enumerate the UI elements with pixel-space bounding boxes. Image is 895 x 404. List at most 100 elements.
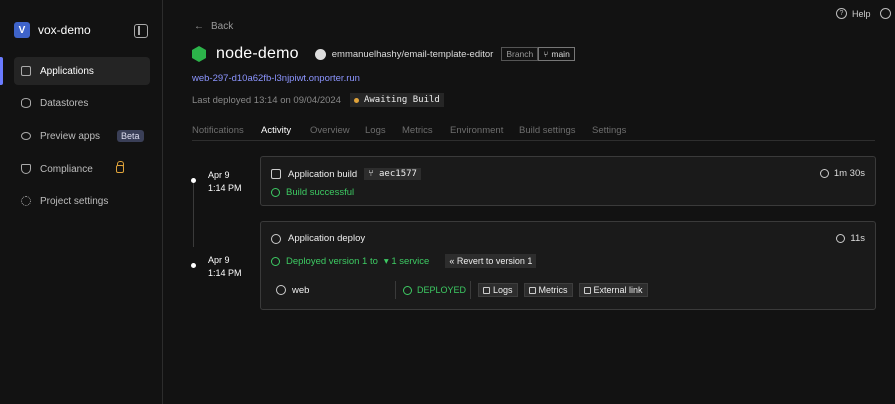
back-label: Back	[211, 21, 234, 32]
sidebar-item-label: Preview apps	[40, 130, 101, 142]
deploy-status-text: Deployed version 1 to	[286, 255, 378, 267]
revert-button[interactable]: « Revert to version 1	[445, 254, 537, 268]
timeline-dot	[191, 263, 196, 268]
duration-text: 11s	[850, 233, 865, 244]
service-name-text: web	[292, 284, 310, 296]
chevron-down-icon: ▾	[383, 255, 389, 267]
metrics-icon	[528, 286, 536, 294]
package-icon	[271, 169, 281, 179]
deploy-event-card[interactable]: Application deploy 11s Deployed version …	[260, 221, 876, 310]
service-actions: Logs Metrics External link	[471, 283, 648, 297]
metrics-label: Metrics	[538, 285, 568, 295]
tab-overview[interactable]: Overview	[310, 125, 350, 136]
tab-environment[interactable]: Environment	[450, 125, 503, 136]
sidebar-item-compliance[interactable]: Compliance	[14, 155, 150, 183]
branch-name-badge: ⑂ main	[538, 47, 575, 61]
duration-text: 1m 30s	[833, 168, 865, 179]
project-switcher[interactable]: V vox-demo	[14, 22, 91, 38]
stopwatch-icon	[836, 234, 846, 243]
build-status: Build successful	[271, 187, 354, 198]
deploy-status: Deployed version 1 to ▾ 1 service « Reve…	[271, 254, 537, 268]
event-timestamp: Apr 9 1:14 PM	[208, 254, 242, 280]
service-row: web DEPLOYED Logs Metrics External link	[271, 280, 865, 300]
last-deployed-text: Last deployed 13:14 on 09/04/2024	[192, 94, 341, 106]
logs-button[interactable]: Logs	[478, 283, 518, 297]
help-icon: ?	[836, 8, 847, 19]
event-duration: 1m 30s	[819, 168, 865, 179]
event-title: Application deploy	[288, 233, 366, 244]
sidebar-item-datastores[interactable]: Datastores	[14, 89, 150, 117]
event-title: Application build	[288, 168, 358, 180]
sidebar-item-preview-apps[interactable]: Preview apps Beta	[14, 122, 150, 150]
build-event-card[interactable]: Application build ⑂ aec1577 1m 30s Build…	[260, 156, 876, 206]
repo-link[interactable]: emmanuelhashy/email-template-editor	[314, 48, 494, 60]
branch-label: Branch	[501, 47, 539, 61]
services-count: 1 service	[391, 255, 430, 267]
tab-activity[interactable]: Activity	[261, 125, 291, 136]
gear-icon	[21, 196, 31, 206]
nodejs-icon	[192, 46, 206, 62]
event-date: Apr 9	[208, 170, 230, 180]
commit-sha: aec1577	[379, 169, 417, 179]
repo-name: emmanuelhashy/email-template-editor	[331, 48, 494, 60]
help-button[interactable]: ? Help	[836, 8, 871, 19]
card-title: Application deploy	[271, 233, 365, 244]
service-status: DEPLOYED	[396, 285, 470, 295]
sidebar-item-label: Datastores	[40, 97, 89, 109]
eye-icon	[21, 132, 31, 140]
status-dot-icon	[353, 97, 359, 103]
arrow-left-icon: ←	[194, 21, 204, 32]
event-time: 1:14 PM	[208, 183, 242, 193]
branch-name: main	[551, 49, 570, 59]
back-button[interactable]: ← Back	[194, 21, 233, 32]
tab-notifications[interactable]: Notifications	[192, 125, 244, 136]
shield-icon	[21, 164, 31, 174]
app-url-link[interactable]: web-297-d10a62fb-l3njpiwt.onporter.run	[192, 73, 360, 84]
logs-icon	[483, 286, 490, 294]
service-name: web	[271, 285, 395, 296]
git-branch-icon: ⑂	[543, 49, 549, 59]
event-date: Apr 9	[208, 255, 230, 265]
check-circle-icon	[271, 256, 280, 266]
status-text: Awaiting Build	[363, 95, 440, 105]
active-indicator	[0, 57, 3, 85]
sidebar-item-project-settings[interactable]: Project settings	[14, 187, 150, 215]
tab-metrics[interactable]: Metrics	[402, 125, 433, 136]
sidebar-item-applications[interactable]: Applications	[14, 57, 150, 85]
database-icon	[21, 98, 31, 108]
github-icon	[314, 48, 326, 60]
user-icon[interactable]	[880, 8, 891, 19]
metrics-button[interactable]: Metrics	[523, 283, 573, 297]
services-toggle[interactable]: ▾ 1 service	[384, 256, 429, 267]
timeline-line	[193, 181, 194, 247]
sidebar-collapse-icon[interactable]	[134, 24, 148, 38]
project-logo: V	[14, 22, 30, 38]
service-status-text: DEPLOYED	[417, 285, 467, 295]
event-time: 1:14 PM	[208, 268, 242, 278]
app-header: node-demo emmanuelhashy/email-template-e…	[192, 45, 575, 63]
applications-icon	[21, 66, 31, 76]
sidebar-item-label: Compliance	[40, 163, 93, 175]
external-link-button[interactable]: External link	[578, 283, 648, 297]
sidebar: V vox-demo Applications Datastores Previ…	[0, 0, 163, 404]
lock-icon	[115, 161, 124, 173]
commit-sha-badge[interactable]: ⑂ aec1577	[364, 168, 421, 180]
deploy-info: Last deployed 13:14 on 09/04/2024 Awaiti…	[192, 93, 444, 107]
sidebar-item-label: Applications	[40, 65, 94, 77]
tab-logs[interactable]: Logs	[365, 125, 386, 136]
event-duration: 11s	[836, 233, 865, 244]
help-label: Help	[852, 8, 871, 19]
tab-build-settings[interactable]: Build settings	[519, 125, 576, 136]
project-name: vox-demo	[38, 23, 91, 37]
external-link-label: External link	[593, 285, 643, 295]
app-root: V vox-demo Applications Datastores Previ…	[0, 0, 895, 404]
cloud-upload-icon	[271, 233, 281, 244]
sidebar-item-label: Project settings	[40, 195, 109, 207]
event-timestamp: Apr 9 1:14 PM	[208, 169, 242, 195]
beta-badge: Beta	[117, 130, 144, 142]
timeline-dot	[191, 178, 196, 183]
status-badge: Awaiting Build	[349, 93, 444, 107]
logs-label: Logs	[493, 285, 513, 295]
tab-settings[interactable]: Settings	[592, 125, 626, 136]
external-link-icon	[583, 286, 591, 294]
